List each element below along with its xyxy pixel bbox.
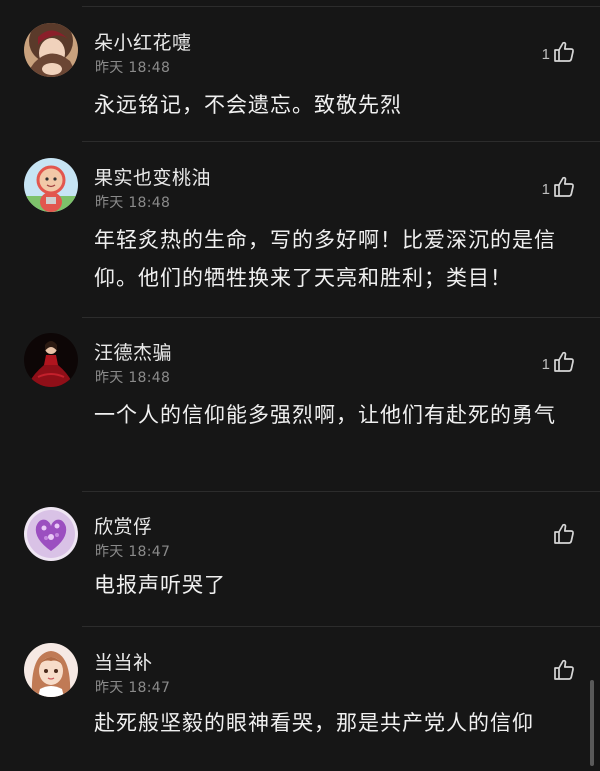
thumbs-up-icon xyxy=(554,351,574,372)
username[interactable]: 果实也变桃油 xyxy=(94,163,211,190)
like-count: 1 xyxy=(541,180,550,198)
comment-divider xyxy=(82,141,600,142)
like-button[interactable]: 1 xyxy=(542,348,576,376)
comment-text: 年轻炙热的生命，写的多好啊！比爱深沉的是信仰。他们的牺牲换来了天亮和胜利；类目！ xyxy=(94,228,556,290)
username[interactable]: 欣赏俘 xyxy=(94,512,153,539)
username[interactable]: 汪德杰骗 xyxy=(94,338,172,365)
comment-text: 永远铭记，不会遗忘。致敬先烈 xyxy=(94,93,402,117)
user-avatar[interactable] xyxy=(24,23,78,77)
red-dress-avatar xyxy=(24,333,78,387)
timestamp: 昨天 18:47 xyxy=(95,544,171,560)
top-divider xyxy=(82,6,600,7)
comment-item: 欣赏俘 昨天 18:47 电报声听哭了 xyxy=(0,492,600,627)
girl-portrait-avatar xyxy=(24,23,78,77)
like-button[interactable] xyxy=(550,656,576,684)
timestamp: 昨天 18:47 xyxy=(95,680,171,696)
comment-item: 汪德杰骗 昨天 18:48 1 一个人的信仰能多强烈啊，让他们有赴死的勇气 xyxy=(0,318,600,492)
comment-item: 果实也变桃油 昨天 18:48 1 年轻炙热的生命，写的多好啊！比爱深沉的是信仰… xyxy=(0,143,600,318)
comment-item: 朵小红花嚏 昨天 18:48 1 永远铭记，不会遗忘。致敬先烈 xyxy=(0,8,600,142)
comment-text: 电报声听哭了 xyxy=(94,573,226,597)
timestamp: 昨天 18:48 xyxy=(95,60,171,76)
user-avatar[interactable] xyxy=(24,333,78,387)
like-button[interactable]: 1 xyxy=(542,173,576,201)
teletubby-avatar xyxy=(24,158,78,212)
like-button[interactable] xyxy=(550,520,576,548)
like-count: 1 xyxy=(541,355,550,373)
thumbs-up-icon xyxy=(554,41,574,62)
username[interactable]: 朵小红花嚏 xyxy=(94,28,192,55)
timestamp: 昨天 18:48 xyxy=(95,195,171,211)
timestamp: 昨天 18:48 xyxy=(95,370,171,386)
thumbs-up-icon xyxy=(554,523,574,544)
comment-divider xyxy=(82,626,600,627)
anime-girl-avatar xyxy=(24,643,78,697)
like-count: 1 xyxy=(541,45,550,63)
comment-item: 当当补 昨天 18:47 赴死般坚毅的眼神看哭，那是共产党人的信仰 xyxy=(0,628,600,771)
username[interactable]: 当当补 xyxy=(94,648,153,675)
like-button[interactable]: 1 xyxy=(542,38,576,66)
scrollbar[interactable] xyxy=(590,680,594,766)
comment-text: 赴死般坚毅的眼神看哭，那是共产党人的信仰 xyxy=(94,711,534,735)
user-avatar[interactable] xyxy=(24,507,78,561)
user-avatar[interactable] xyxy=(24,158,78,212)
purple-heart-avatar xyxy=(24,507,78,561)
thumbs-up-icon xyxy=(554,176,574,197)
user-avatar[interactable] xyxy=(24,643,78,697)
thumbs-up-icon xyxy=(554,659,574,680)
comment-text: 一个人的信仰能多强烈啊，让他们有赴死的勇气 xyxy=(94,403,556,427)
